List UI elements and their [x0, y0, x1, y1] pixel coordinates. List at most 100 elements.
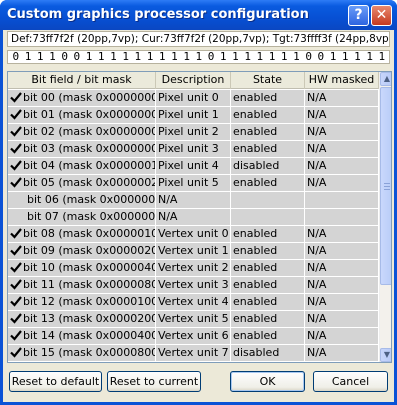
table-row[interactable]: bit 09 (mask 0x00000200) Vertex unit 1 ena…: [8, 243, 379, 260]
table-header: Bit field / bit mask Description State H…: [8, 72, 379, 89]
table-row[interactable]: bit 10 (mask 0x00000400) Vertex unit 2 ena…: [8, 260, 379, 277]
table-row[interactable]: bit 02 (mask 0x00000004) Pixel unit 2 enab…: [8, 124, 379, 141]
bit-toggle[interactable]: 1: [34, 51, 46, 63]
table-row[interactable]: bit 11 (mask 0x00000800) Vertex unit 3 ena…: [8, 277, 379, 294]
table-row[interactable]: bit 12 (mask 0x00001000) Vertex unit 4 ena…: [8, 294, 379, 311]
table-row[interactable]: bit 07 (mask 0x00000080)N/A: [8, 209, 379, 226]
bitfield-label: bit 09 (mask 0x00000200): [23, 244, 156, 257]
checkmark-icon: [10, 262, 22, 273]
bit-toggle[interactable]: 1: [83, 51, 95, 63]
bitfield-cell[interactable]: bit 06 (mask 0x00000040): [8, 192, 156, 208]
bitfield-cell[interactable]: bit 12 (mask 0x00001000): [8, 294, 156, 310]
vertical-scrollbar[interactable]: ▲ ▼: [379, 72, 391, 362]
bit-toggle[interactable]: 1: [278, 51, 290, 63]
bitfield-cell[interactable]: bit 09 (mask 0x00000200): [8, 243, 156, 259]
table-row[interactable]: bit 03 (mask 0x00000008) Pixel unit 3 enab…: [8, 141, 379, 158]
table-row[interactable]: bit 14 (mask 0x00004000) Vertex unit 6 ena…: [8, 328, 379, 345]
checkmark-icon: [10, 245, 22, 256]
bit-toggle[interactable]: 1: [266, 51, 278, 63]
bit-toggle[interactable]: 1: [181, 51, 193, 63]
scroll-thumb[interactable]: [380, 87, 391, 285]
bitfield-label: bit 14 (mask 0x00004000): [23, 329, 156, 342]
bit-toggle[interactable]: 0: [303, 51, 315, 63]
table-row[interactable]: bit 05 (mask 0x00000020) Pixel unit 5 enab…: [8, 175, 379, 192]
table-row[interactable]: bit 08 (mask 0x00000100) Vertex unit 0 ena…: [8, 226, 379, 243]
checkmark-icon: [10, 330, 22, 341]
scroll-down-button[interactable]: ▼: [380, 348, 391, 362]
checkmark-icon: [10, 347, 22, 358]
bitfield-cell[interactable]: bit 05 (mask 0x00000020): [8, 175, 156, 191]
table-row[interactable]: bit 13 (mask 0x00002000) Vertex unit 5 ena…: [8, 311, 379, 328]
bit-toggle[interactable]: 0: [10, 51, 22, 63]
state-cell: enabled: [231, 141, 305, 157]
bitfield-label: bit 08 (mask 0x00000100): [23, 227, 156, 240]
bit-toggle[interactable]: 1: [217, 51, 229, 63]
bitfield-cell[interactable]: bit 02 (mask 0x00000004): [8, 124, 156, 140]
bitfield-cell[interactable]: bit 08 (mask 0x00000100): [8, 226, 156, 242]
close-button[interactable]: ✕: [371, 5, 392, 26]
bit-toggle[interactable]: 1: [156, 51, 168, 63]
bit-toggle[interactable]: 0: [315, 51, 327, 63]
reset-to-current-button[interactable]: Reset to current: [107, 371, 201, 392]
column-header-bitfield[interactable]: Bit field / bit mask: [8, 72, 156, 89]
bit-toggle[interactable]: 0: [59, 51, 71, 63]
bitfield-cell[interactable]: bit 10 (mask 0x00000400): [8, 260, 156, 276]
bit-toggle[interactable]: 1: [327, 51, 339, 63]
bit-toggle[interactable]: 1: [352, 51, 364, 63]
description-cell: Vertex unit 6: [156, 328, 231, 344]
bit-toggle[interactable]: 1: [169, 51, 181, 63]
table-row[interactable]: bit 15 (mask 0x00008000) Vertex unit 7 dis…: [8, 345, 379, 362]
bit-toggle[interactable]: 1: [242, 51, 254, 63]
bitfield-cell[interactable]: bit 00 (mask 0x00000001): [8, 90, 156, 106]
bit-toggle[interactable]: 1: [254, 51, 266, 63]
bit-toggle[interactable]: 1: [291, 51, 303, 63]
table-row[interactable]: bit 04 (mask 0x00000010) Pixel unit 4 disa…: [8, 158, 379, 175]
bitfield-label: bit 06 (mask 0x00000040): [27, 193, 156, 206]
bitfield-label: bit 04 (mask 0x00000010): [23, 159, 156, 172]
bit-toggle[interactable]: 0: [71, 51, 83, 63]
bit-toggle[interactable]: 1: [193, 51, 205, 63]
column-header-description[interactable]: Description: [156, 72, 231, 89]
bitfield-label: bit 11 (mask 0x00000800): [23, 278, 156, 291]
checkmark-icon: [10, 296, 22, 307]
checkmark-icon: [10, 313, 22, 324]
bitfield-cell[interactable]: bit 04 (mask 0x00000010): [8, 158, 156, 174]
table-row[interactable]: bit 06 (mask 0x00000040)N/A: [8, 192, 379, 209]
bitfield-label: bit 12 (mask 0x00001000): [23, 295, 156, 308]
bit-toggle[interactable]: 1: [230, 51, 242, 63]
table-row[interactable]: bit 01 (mask 0x00000002) Pixel unit 1 enab…: [8, 107, 379, 124]
help-button[interactable]: ?: [348, 5, 369, 26]
hw-masked-cell: [305, 209, 379, 225]
bit-toggle[interactable]: 1: [47, 51, 59, 63]
bit-toggle[interactable]: 1: [95, 51, 107, 63]
bit-toggle[interactable]: 1: [120, 51, 132, 63]
ok-button[interactable]: OK: [230, 371, 305, 392]
bitfield-cell[interactable]: bit 11 (mask 0x00000800): [8, 277, 156, 293]
bit-toggle[interactable]: 1: [376, 51, 388, 63]
bitfield-cell[interactable]: bit 15 (mask 0x00008000): [8, 345, 156, 361]
column-header-state[interactable]: State: [231, 72, 305, 89]
bitfield-cell[interactable]: bit 03 (mask 0x00000008): [8, 141, 156, 157]
reset-to-default-button[interactable]: Reset to default: [9, 371, 102, 392]
bit-toggle[interactable]: 1: [132, 51, 144, 63]
bit-toggle[interactable]: 1: [144, 51, 156, 63]
bit-toggle[interactable]: 1: [108, 51, 120, 63]
bit-toggle[interactable]: 1: [22, 51, 34, 63]
cancel-button[interactable]: Cancel: [313, 371, 388, 392]
title-bar[interactable]: Custom graphics processor configuration …: [0, 0, 397, 30]
bitfield-cell[interactable]: bit 01 (mask 0x00000002): [8, 107, 156, 123]
bitfield-cell[interactable]: bit 07 (mask 0x00000080): [8, 209, 156, 225]
window-title: Custom graphics processor configuration: [7, 7, 309, 22]
bit-toggle[interactable]: 1: [364, 51, 376, 63]
hw-masked-cell: N/A: [305, 345, 379, 361]
bitfield-cell[interactable]: bit 13 (mask 0x00002000): [8, 311, 156, 327]
state-cell: disabled: [231, 345, 305, 361]
hw-masked-cell: N/A: [305, 158, 379, 174]
scroll-up-button[interactable]: ▲: [380, 72, 391, 86]
bit-toggle[interactable]: 0: [205, 51, 217, 63]
bitfield-cell[interactable]: bit 14 (mask 0x00004000): [8, 328, 156, 344]
column-header-hw-masked[interactable]: HW masked: [305, 72, 379, 89]
bit-toggle[interactable]: 1: [339, 51, 351, 63]
table-row[interactable]: bit 00 (mask 0x00000001) Pixel unit 0 enab…: [8, 90, 379, 107]
description-cell: Vertex unit 3: [156, 277, 231, 293]
